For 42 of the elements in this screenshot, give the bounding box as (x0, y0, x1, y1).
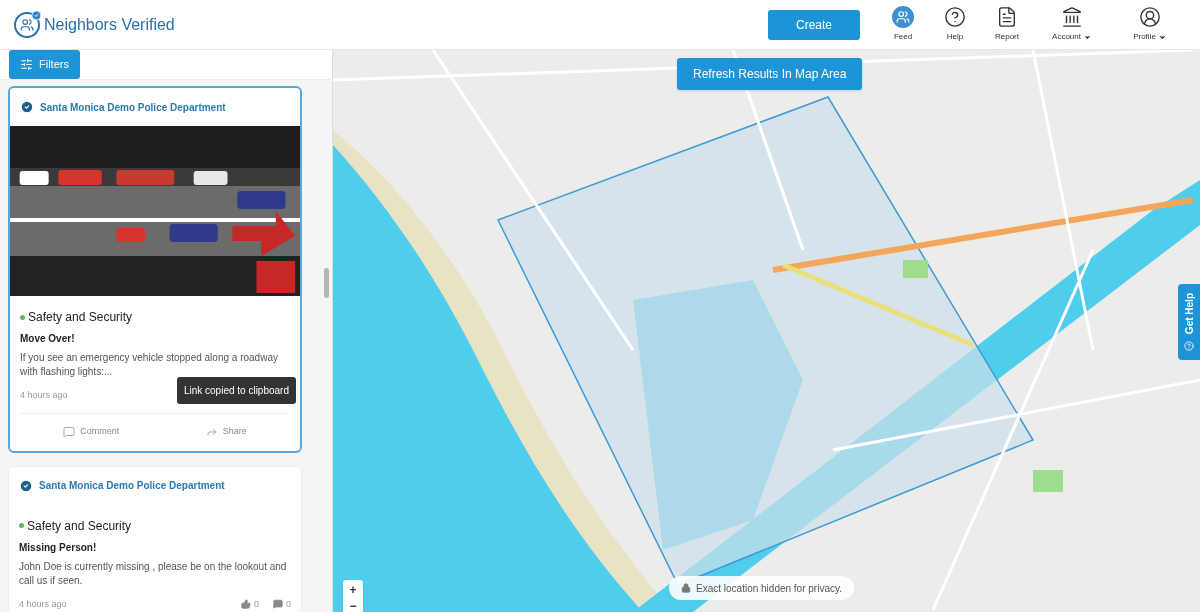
sliders-icon (20, 58, 33, 71)
post-body: If you see an emergency vehicle stopped along a roadway with flashing lights:... (20, 351, 279, 379)
scrollbar (324, 268, 329, 298)
share-icon (205, 426, 218, 438)
post-category: Safety and Security (27, 517, 132, 535)
comment-button[interactable]: Comment (63, 425, 120, 439)
post-card[interactable]: Santa Monica Demo Police Department Safety and Security Missing Person! John Doe is currently missing , please be on the lookout and call us if seen. 4 hours ago 0 0 (8, 465, 302, 612)
post-time: 4 hours ago (20, 389, 68, 402)
comment-icon (273, 599, 283, 610)
post-time: 4 hours ago (19, 597, 67, 611)
zoom-out-button[interactable]: − (343, 600, 363, 612)
zoom-in-button[interactable]: + (343, 580, 363, 600)
post-body: John Doe is currently missing , please be on the lookout and call us if seen. (19, 559, 288, 588)
user-icon (1139, 6, 1161, 28)
post-card[interactable]: Santa Monica Demo Police Department Safety and Security Move Over! If you see an emergency vehicle stopped along a roadway with flashing lights:... 4 hours ago Link copied to clipboard Comment Share (8, 86, 302, 453)
author-name: Santa Monica Demo Police Department (39, 479, 225, 493)
verified-icon (20, 100, 34, 114)
tooltip: Link copied to clipboard (176, 377, 296, 404)
verified-icon (19, 478, 33, 493)
people-icon (892, 6, 914, 28)
post-title: Missing Person! (19, 540, 98, 555)
nav-item[interactable]: Account (1036, 6, 1108, 43)
post-category: Safety and Security (28, 309, 133, 326)
share-button[interactable]: Share (205, 425, 247, 439)
document-icon (996, 6, 1018, 28)
like-count: 0 (253, 597, 259, 611)
speech-bubble-icon (63, 426, 76, 438)
nav-item[interactable]: Profile (1114, 6, 1186, 43)
thumbs-up-icon (240, 599, 251, 610)
privacy-note: Exact location hidden for privacy. (669, 576, 854, 600)
logo-icon (14, 11, 40, 38)
nav-item[interactable]: Feed (880, 6, 926, 43)
author-name: Santa Monica Demo Police Department (40, 100, 226, 115)
nav-item[interactable]: Help (932, 6, 978, 43)
bank-icon (1061, 6, 1083, 28)
comment-count: 0 (286, 597, 291, 611)
help-icon (944, 6, 966, 28)
brand-name: Neighbors Verified (44, 14, 175, 35)
post-title: Move Over! (20, 332, 76, 346)
nav-item[interactable]: Report (984, 6, 1030, 43)
lock-icon (681, 583, 691, 593)
help-icon (1184, 340, 1194, 351)
